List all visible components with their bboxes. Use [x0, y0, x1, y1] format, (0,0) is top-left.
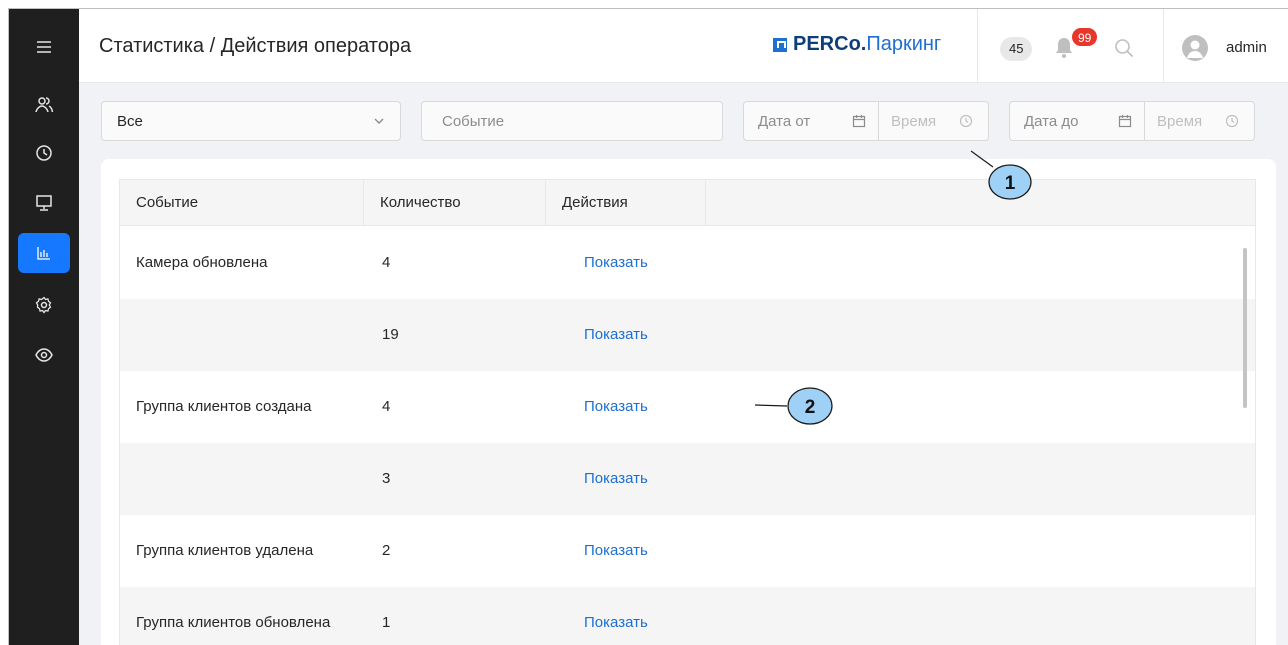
date-from-input[interactable]: Дата от — [744, 102, 879, 140]
table-row: Группа клиентов обновлена 1 Показать — [120, 587, 1255, 645]
sidebar-item-settings[interactable] — [18, 285, 70, 325]
statistics-icon — [37, 247, 50, 260]
show-link[interactable]: Показать — [584, 299, 648, 371]
event-cell: Группа клиентов создана — [136, 398, 312, 415]
sidebar — [9, 9, 79, 645]
callout-2: 2 — [754, 387, 833, 425]
date-to-input[interactable]: Дата до — [1010, 102, 1145, 140]
table-row: Группа клиентов создана 4 Показать — [120, 371, 1255, 443]
show-link[interactable]: Показать — [584, 515, 648, 587]
event-cell: Группа клиентов удалена — [136, 542, 314, 559]
avatar[interactable] — [1182, 35, 1208, 61]
show-link[interactable]: Показать — [584, 443, 648, 515]
notification-count-badge: 99 — [1071, 27, 1099, 47]
table-header: Событие Количество Действия — [120, 180, 1255, 226]
chevron-down-icon — [374, 118, 384, 124]
show-link[interactable]: Показать — [584, 227, 648, 299]
column-header-actions: Действия — [546, 180, 706, 226]
event-type-value: Все — [117, 112, 143, 130]
menu-icon — [37, 41, 51, 53]
count-cell: 3 — [382, 470, 391, 487]
monitor-icon — [36, 195, 52, 211]
count-cell: 4 — [382, 254, 391, 271]
users-icon — [35, 97, 54, 113]
table-row: Группа клиентов удалена 2 Показать — [120, 515, 1255, 587]
table-row: 3 Показать — [120, 443, 1255, 515]
username[interactable]: admin — [1226, 39, 1267, 56]
search-icon[interactable] — [1113, 37, 1135, 59]
sidebar-item-monitor[interactable] — [18, 183, 70, 223]
app-window: Статистика / Действия оператора PERCo. П… — [8, 8, 1288, 645]
table-card: Событие Количество Действия Камера обнов… — [101, 159, 1276, 645]
sidebar-item-view[interactable] — [18, 335, 70, 375]
menu-button[interactable] — [18, 27, 70, 67]
svg-text:2: 2 — [805, 397, 816, 418]
count-cell: 2 — [382, 542, 391, 559]
table-scrollbar[interactable] — [1243, 248, 1247, 408]
calendar-icon — [1118, 115, 1132, 128]
count-cell: 4 — [382, 398, 391, 415]
logo-mark-icon — [773, 37, 787, 52]
eye-icon — [35, 348, 53, 362]
event-cell: Камера обновлена — [136, 254, 268, 271]
sidebar-item-clients[interactable] — [18, 85, 70, 125]
column-header-event[interactable]: Событие — [120, 180, 364, 226]
event-cell: Группа клиентов обновлена — [136, 614, 331, 631]
sidebar-item-statistics[interactable] — [18, 233, 70, 273]
history-icon — [36, 145, 52, 161]
table-row: Камера обновлена 4 Показать — [120, 227, 1255, 299]
gear-icon — [35, 296, 52, 314]
svg-text:1: 1 — [1005, 173, 1016, 194]
table-row: 19 Показать — [120, 299, 1255, 371]
user-icon — [1187, 40, 1203, 58]
clock-icon — [1225, 114, 1239, 128]
callout-1: 1 — [970, 150, 1032, 200]
event-search-input[interactable]: Событие — [421, 101, 723, 141]
header-divider — [977, 9, 978, 83]
header-divider — [1163, 9, 1164, 83]
event-type-select[interactable]: Все — [101, 101, 401, 141]
count-cell: 1 — [382, 614, 391, 631]
calendar-icon — [852, 115, 866, 128]
counter-badge[interactable]: 45 — [1000, 37, 1033, 61]
top-header: Статистика / Действия оператора PERCo. П… — [79, 9, 1288, 83]
date-from-range: Дата от Время — [743, 101, 989, 141]
count-cell: 19 — [382, 326, 399, 343]
statistics-table: Событие Количество Действия Камера обнов… — [119, 179, 1256, 645]
time-from-input[interactable]: Время — [879, 102, 988, 140]
sidebar-item-history[interactable] — [18, 133, 70, 173]
event-search-placeholder: Событие — [442, 112, 505, 130]
show-link[interactable]: Показать — [584, 371, 648, 443]
column-header-count[interactable]: Количество — [364, 180, 546, 226]
page-title: Статистика / Действия оператора — [99, 35, 412, 57]
app-logo: PERCo. Паркинг — [773, 33, 941, 56]
time-to-input[interactable]: Время — [1145, 102, 1254, 140]
show-link[interactable]: Показать — [584, 587, 648, 645]
date-to-range: Дата до Время — [1009, 101, 1255, 141]
clock-icon — [959, 114, 973, 128]
